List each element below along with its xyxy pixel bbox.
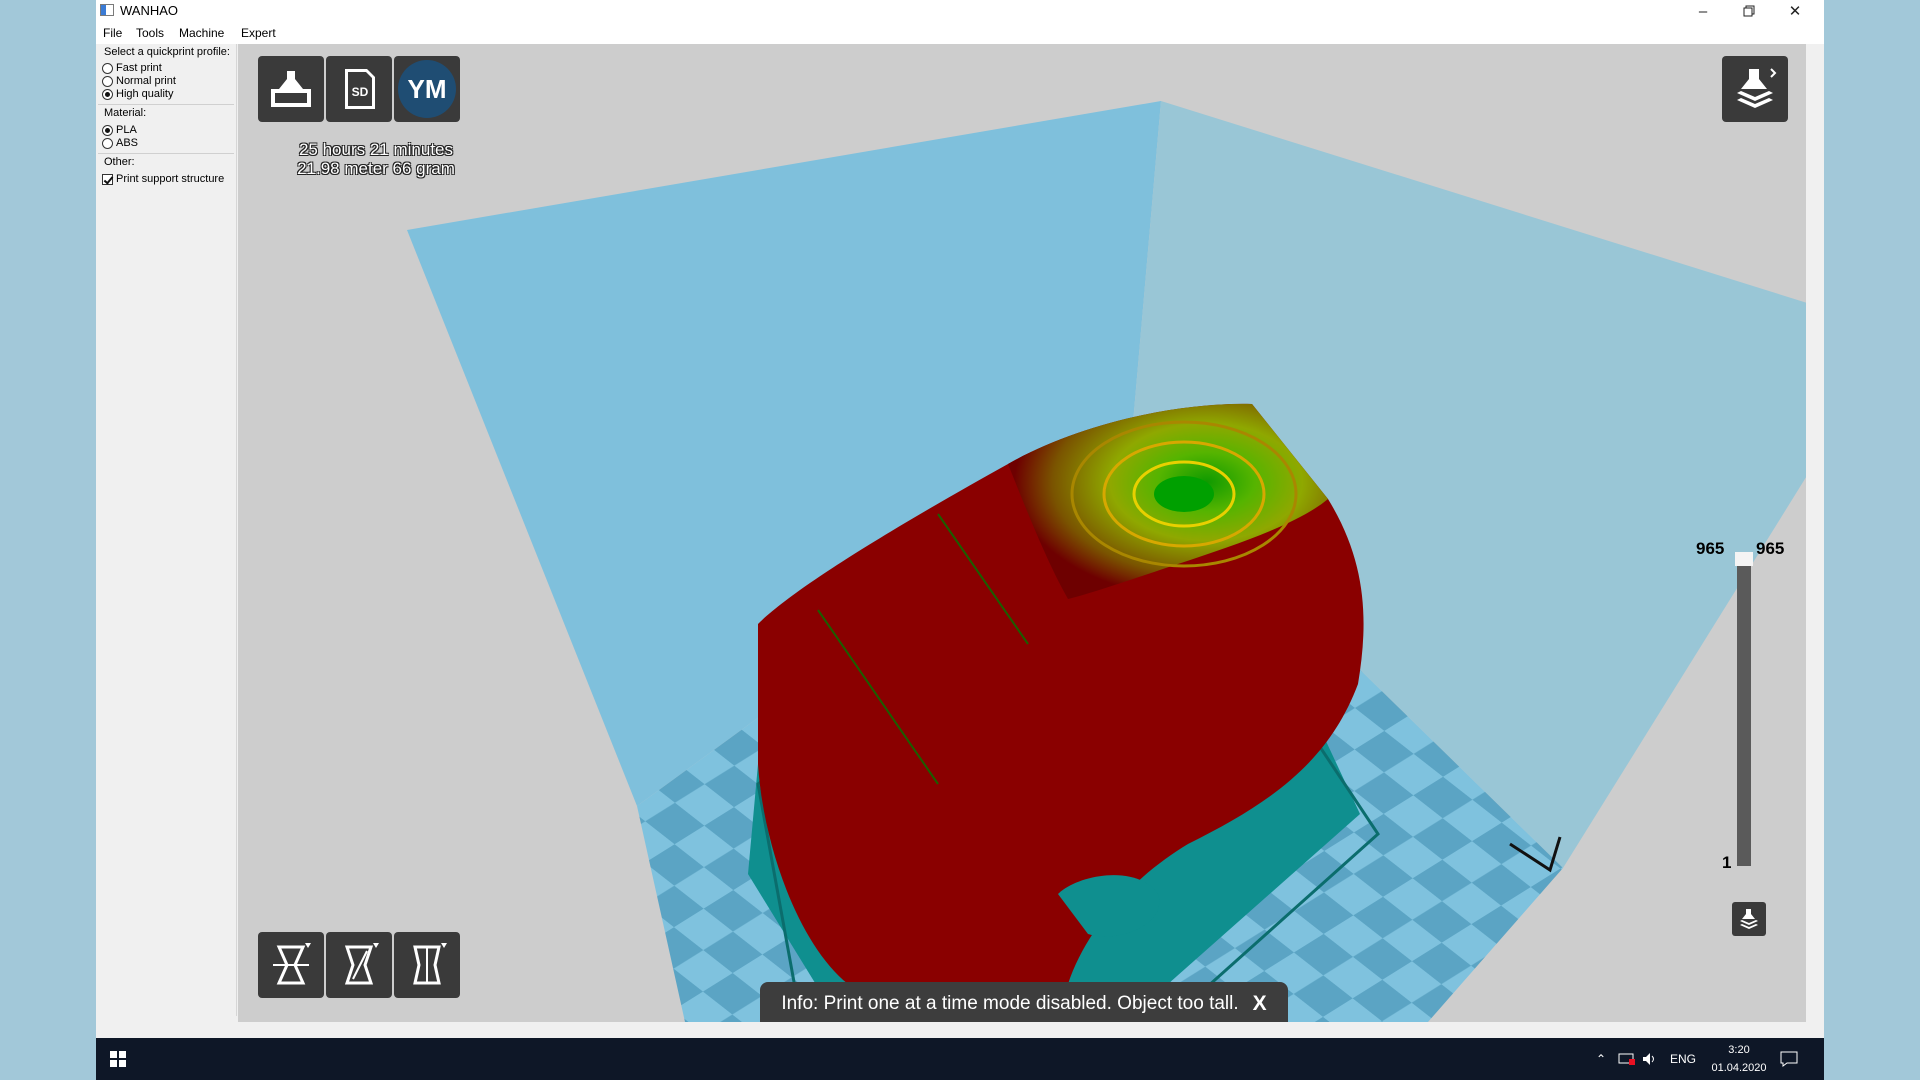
volume-icon[interactable] bbox=[1642, 1038, 1658, 1080]
profile-group-label: Select a quickprint profile: bbox=[104, 46, 230, 58]
material-abs[interactable]: ABS bbox=[102, 137, 138, 149]
material-group-label: Material: bbox=[104, 107, 147, 119]
scale-icon bbox=[344, 943, 379, 985]
minimize-button[interactable]: – bbox=[1680, 0, 1726, 22]
profile-fast-print[interactable]: Fast print bbox=[102, 62, 162, 74]
app-window: WANHAO – ✕ File Tools Machine Expert Sel… bbox=[96, 0, 1824, 1038]
restore-icon bbox=[1743, 5, 1755, 17]
profile-label: High quality bbox=[116, 88, 174, 100]
support-label: Print support structure bbox=[116, 173, 225, 185]
info-message: Info: Print one at a time mode disabled.… bbox=[781, 993, 1239, 1014]
print-estimate: 25 hours 21 minutes 21.98 meter 66 gram bbox=[276, 140, 476, 178]
print-material-usage: 21.98 meter 66 gram bbox=[297, 159, 455, 178]
build-volume-scene bbox=[407, 101, 1806, 1022]
close-window-button[interactable]: ✕ bbox=[1772, 0, 1818, 22]
youmagine-button[interactable]: YM bbox=[394, 56, 460, 122]
layer-view-toggle-button[interactable] bbox=[1732, 902, 1766, 936]
show-hidden-icons[interactable]: ⌃ bbox=[1596, 1038, 1606, 1080]
window-title: WANHAO bbox=[120, 3, 179, 18]
radio-pla[interactable] bbox=[102, 124, 113, 136]
material-pla[interactable]: PLA bbox=[102, 124, 137, 136]
restore-button[interactable] bbox=[1726, 0, 1772, 22]
material-label: ABS bbox=[116, 137, 139, 149]
menu-expert[interactable]: Expert bbox=[241, 26, 276, 40]
support-structure-option[interactable]: Print support structure bbox=[102, 173, 224, 185]
network-icon[interactable] bbox=[1618, 1038, 1636, 1080]
support-checkbox[interactable] bbox=[102, 173, 113, 185]
layers-view-icon bbox=[1737, 68, 1777, 108]
app-icon bbox=[100, 4, 114, 16]
layer-current-left: 965 bbox=[1696, 539, 1725, 558]
clock-time: 3:20 bbox=[1728, 1044, 1750, 1056]
layer-bottom-value: 1 bbox=[1722, 853, 1732, 872]
layers-small-icon bbox=[1740, 909, 1758, 929]
info-close-button[interactable]: X bbox=[1253, 992, 1267, 1016]
profile-normal-print[interactable]: Normal print bbox=[102, 75, 176, 87]
clock-date: 01.04.2020 bbox=[1711, 1062, 1767, 1074]
other-group-label: Other: bbox=[104, 156, 135, 168]
youmagine-icon: YM bbox=[398, 60, 456, 118]
load-model-button[interactable] bbox=[258, 56, 324, 122]
divider bbox=[98, 153, 234, 154]
material-label: PLA bbox=[116, 124, 137, 136]
3d-viewport[interactable]: SD YM 25 hours 21 minutes 21.98 meter 66… bbox=[238, 44, 1806, 1022]
divider bbox=[98, 104, 234, 105]
taskbar: ⌃ ENG 3:20 01.04.2020 bbox=[96, 1038, 1824, 1080]
menu-machine[interactable]: Machine bbox=[179, 26, 224, 40]
profile-label: Fast print bbox=[116, 62, 162, 74]
windows-start-icon[interactable] bbox=[110, 1051, 126, 1067]
notifications-icon[interactable] bbox=[1780, 1038, 1798, 1080]
radio-abs[interactable] bbox=[102, 137, 113, 149]
layer-slider-track[interactable] bbox=[1737, 560, 1751, 866]
menu-bar: File Tools Machine Expert bbox=[96, 22, 1824, 44]
profile-label: Normal print bbox=[116, 75, 176, 87]
menu-tools[interactable]: Tools bbox=[136, 26, 164, 40]
rotate-button[interactable] bbox=[258, 932, 324, 998]
menu-file[interactable]: File bbox=[103, 26, 122, 40]
scale-button[interactable] bbox=[326, 932, 392, 998]
load-icon bbox=[271, 71, 311, 107]
radio-fast-print[interactable] bbox=[102, 62, 113, 74]
radio-high-quality[interactable] bbox=[102, 88, 113, 100]
title-bar: WANHAO – ✕ bbox=[96, 0, 1824, 22]
sd-label: SD bbox=[352, 85, 369, 99]
model-top-center bbox=[1154, 476, 1214, 512]
language-indicator[interactable]: ENG bbox=[1670, 1038, 1696, 1080]
save-sd-button[interactable]: SD bbox=[326, 56, 392, 122]
rotate-icon bbox=[273, 943, 311, 985]
sd-card-icon: SD bbox=[345, 69, 375, 109]
mirror-button[interactable] bbox=[394, 932, 460, 998]
mirror-icon bbox=[413, 943, 447, 985]
taskbar-clock[interactable]: 3:20 01.04.2020 bbox=[1704, 1041, 1774, 1077]
layer-slider-handle[interactable] bbox=[1735, 552, 1753, 566]
print-time: 25 hours 21 minutes bbox=[298, 140, 454, 159]
layer-current-right: 965 bbox=[1756, 539, 1785, 558]
radio-normal-print[interactable] bbox=[102, 75, 113, 87]
view-mode-button[interactable] bbox=[1722, 56, 1788, 122]
profile-high-quality[interactable]: High quality bbox=[102, 88, 173, 100]
info-notification: Info: Print one at a time mode disabled.… bbox=[760, 982, 1288, 1022]
quickprint-panel: Select a quickprint profile: Fast print … bbox=[96, 44, 237, 1016]
